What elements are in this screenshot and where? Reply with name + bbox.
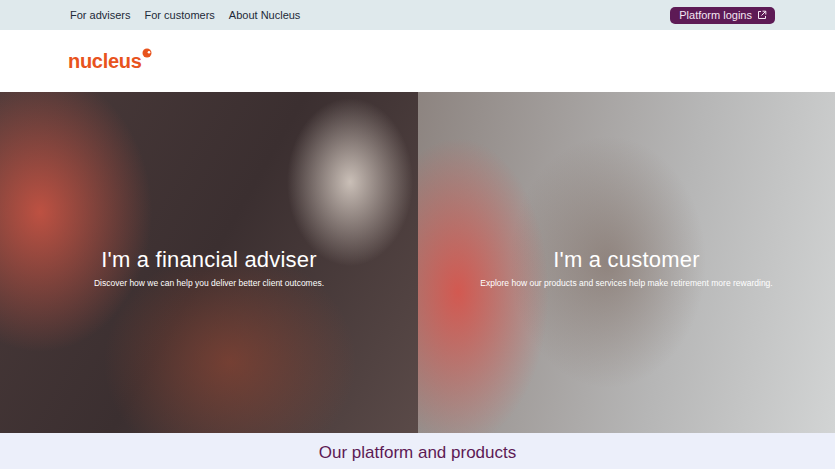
nav-link[interactable]: For customers (145, 9, 215, 21)
audience-panels: I'm a financial adviser Discover how we … (0, 92, 835, 433)
platform-section: Our platform and products (0, 433, 835, 469)
panel-copy: I'm a financial adviser Discover how we … (94, 247, 324, 288)
panel-title: I'm a customer (480, 247, 772, 273)
platform-logins-button[interactable]: Platform logins (670, 7, 775, 24)
top-bar: For advisers For customers About Nucleus P… (0, 0, 835, 30)
audience-panel[interactable]: I'm a customer Explore how our products … (418, 92, 835, 433)
nav-link[interactable]: For advisers (70, 9, 131, 21)
logo-text: nucleus (68, 50, 141, 73)
section-heading: Our platform and products (319, 443, 516, 469)
page: For advisers For customers About Nucleus P… (0, 0, 835, 469)
logo-dot-icon (142, 48, 152, 58)
panel-subtitle: Discover how we can help you deliver bet… (94, 278, 324, 288)
panel-copy: I'm a customer Explore how our products … (480, 247, 772, 288)
top-nav: For advisers For customers About Nucleus (70, 9, 300, 21)
external-link-icon (757, 10, 767, 20)
audience-panel[interactable]: I'm a financial adviser Discover how we … (0, 92, 418, 433)
nav-link[interactable]: About Nucleus (229, 9, 301, 21)
panel-title: I'm a financial adviser (94, 247, 324, 273)
nucleus-logo[interactable]: nucleus (68, 50, 152, 73)
platform-logins-label: Platform logins (679, 9, 752, 21)
logo-row: nucleus (0, 30, 835, 92)
panel-subtitle: Explore how our products and services he… (480, 278, 772, 288)
